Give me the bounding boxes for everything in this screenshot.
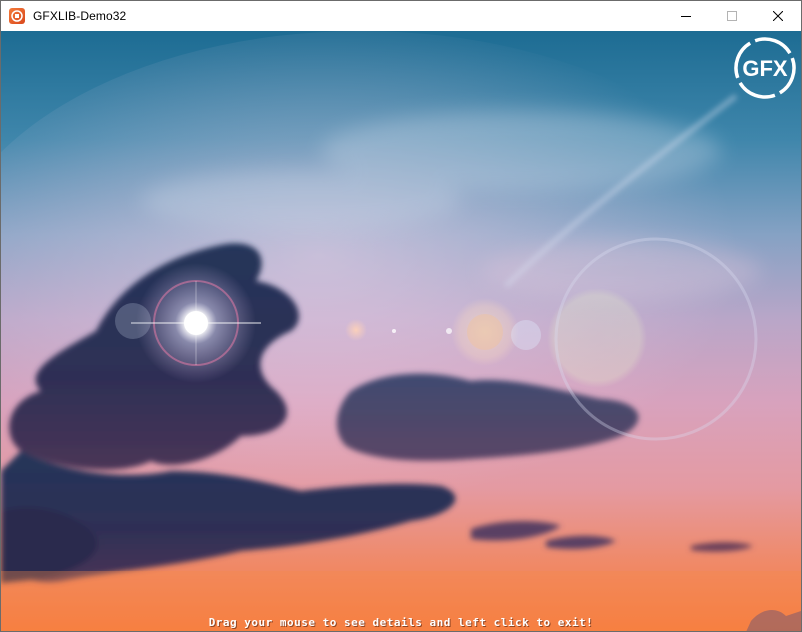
caption-buttons (663, 1, 801, 31)
window-title: GFXLIB-Demo32 (33, 9, 127, 23)
app-icon (9, 8, 25, 24)
close-button[interactable] (755, 1, 801, 31)
minimize-button[interactable] (663, 1, 709, 31)
maximize-icon (727, 11, 737, 21)
demo-canvas[interactable]: GFX Drag your mouse to see details and l… (1, 31, 801, 631)
status-message: Drag your mouse to see details and left … (208, 616, 594, 629)
title-bar[interactable]: GFXLIB-Demo32 (1, 1, 801, 31)
minimize-icon (681, 16, 691, 17)
app-window: GFXLIB-Demo32 GFX Drag your mouse to see… (0, 0, 802, 632)
gfx-logo-text: GFX (742, 56, 788, 81)
sunset-sky-image: GFX (1, 31, 801, 631)
maximize-button[interactable] (709, 1, 755, 31)
close-icon (773, 11, 783, 21)
